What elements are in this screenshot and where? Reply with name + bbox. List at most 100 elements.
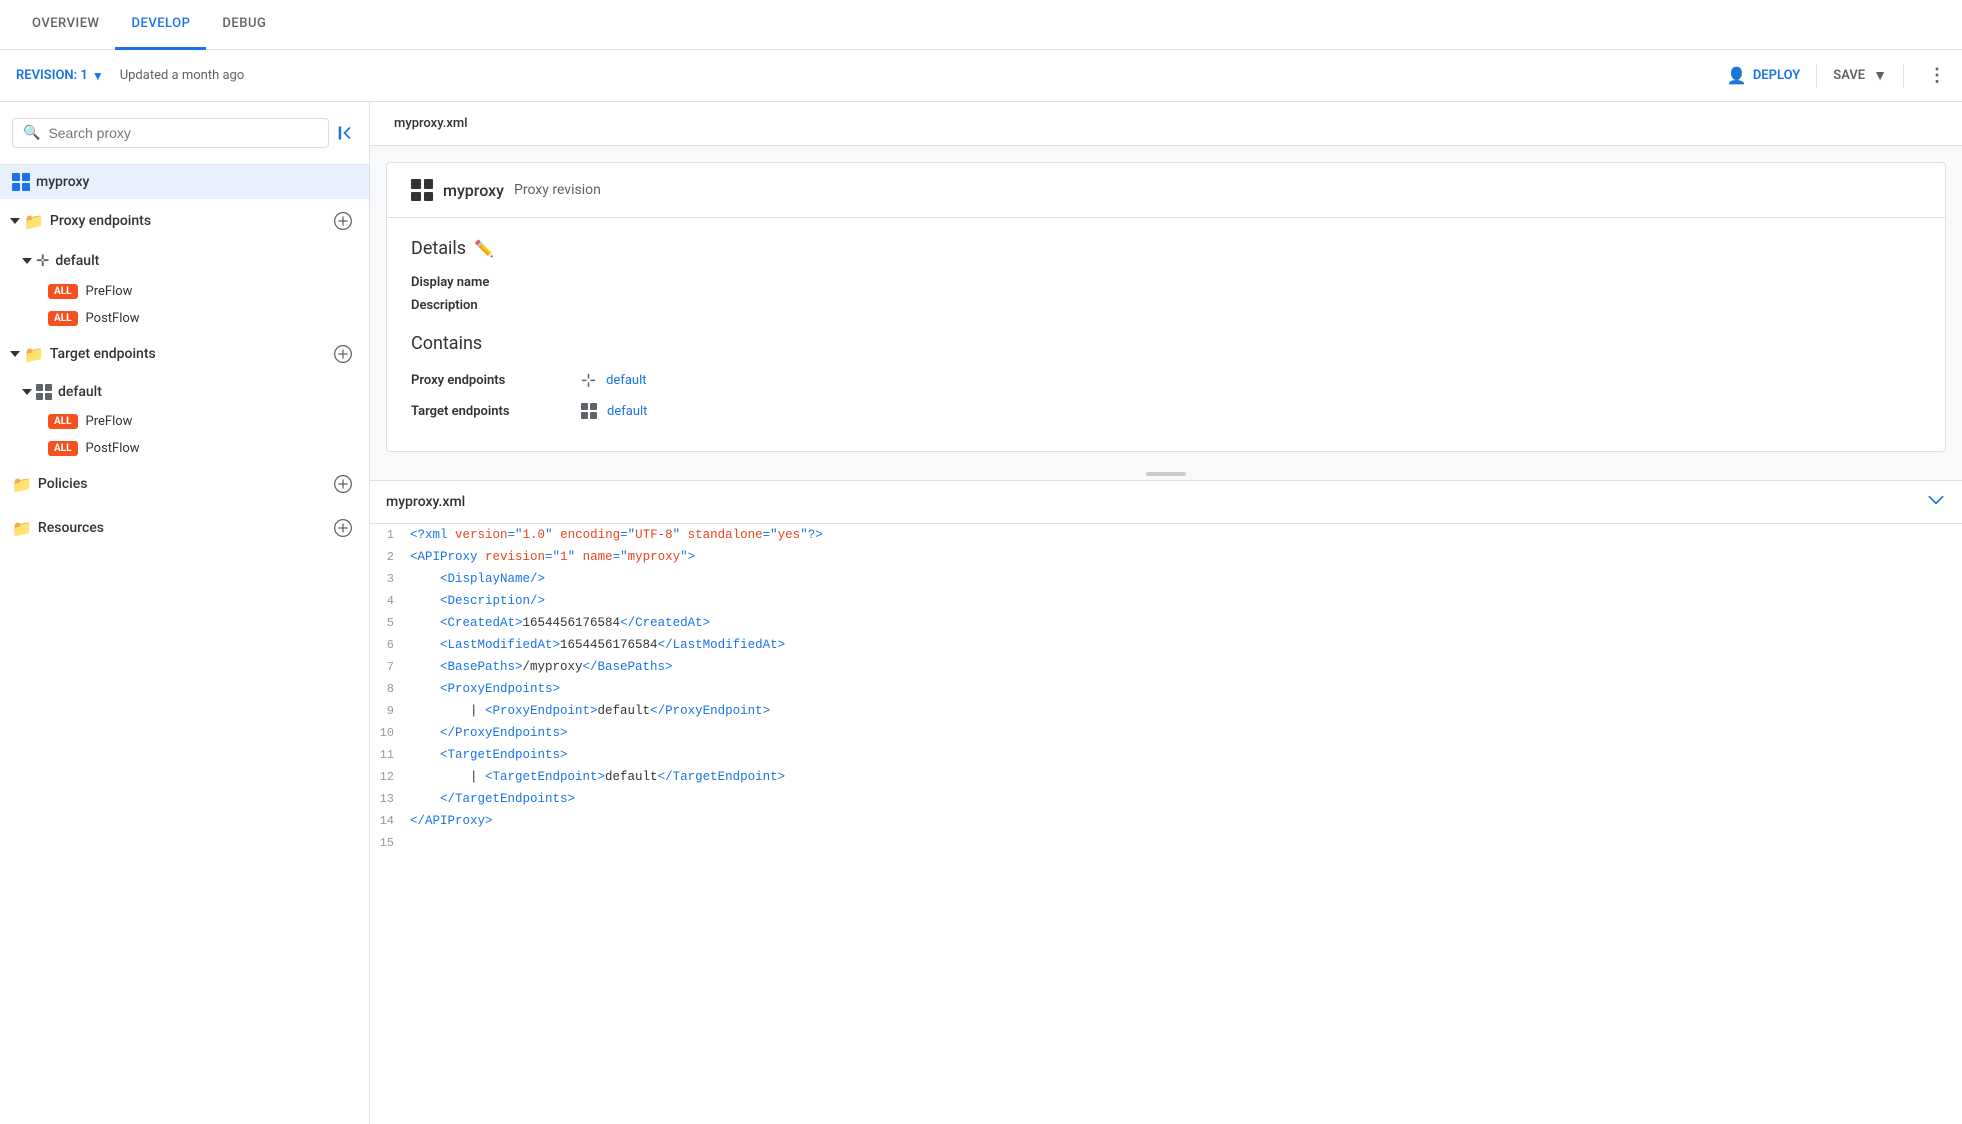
grid-icon-2 <box>581 403 597 419</box>
all-badge: ALL <box>48 284 78 299</box>
move-icon: ⊹ <box>581 370 596 391</box>
description-label: Description <box>411 298 571 313</box>
xml-line-15: 15 <box>370 832 1962 854</box>
folder-icon: 📁 <box>24 212 44 231</box>
preflow-label: PreFlow <box>86 284 133 299</box>
line-content-3: <DisplayName/> <box>410 568 1962 590</box>
line-content-1: <?xml version="1.0" encoding="UTF-8" sta… <box>410 524 1962 546</box>
line-content-9: | <ProxyEndpoint>default</ProxyEndpoint> <box>410 700 1962 722</box>
xml-line-14: 14 </APIProxy> <box>370 810 1962 832</box>
proxy-subtitle: Proxy revision <box>514 182 601 198</box>
policies-label: Policies <box>38 476 323 492</box>
details-card: myproxy Proxy revision Details ✏️ Displa… <box>386 162 1946 452</box>
target-preflow-label: PreFlow <box>86 414 133 429</box>
all-badge-2: ALL <box>48 311 78 326</box>
tab-overview[interactable]: OVERVIEW <box>16 0 115 50</box>
proxy-preflow-item[interactable]: ALL PreFlow <box>0 278 369 305</box>
xml-line-6: 6 <LastModifiedAt>1654456176584</LastMod… <box>370 634 1962 656</box>
revision-actions: 👤 DEPLOY SAVE ▼ ⋮ <box>1727 64 1946 88</box>
collapse-sidebar-button[interactable] <box>337 123 357 143</box>
target-endpoint-default[interactable]: default <box>0 376 369 408</box>
search-bar: 🔍 <box>0 102 369 165</box>
line-num-14: 14 <box>370 810 410 832</box>
chevron-icon <box>22 258 32 264</box>
proxy-header: myproxy Proxy revision <box>387 163 1945 218</box>
chevron-icon-2 <box>22 389 32 395</box>
line-content-12: | <TargetEndpoint>default</TargetEndpoin… <box>410 766 1962 788</box>
tab-develop[interactable]: DEVELOP <box>115 0 206 50</box>
xml-line-4: 4 <Description/> <box>370 590 1962 612</box>
add-policy-button[interactable] <box>329 470 357 498</box>
crosshair-icon: ✛ <box>36 251 49 270</box>
line-num-4: 4 <box>370 590 410 612</box>
deploy-button[interactable]: 👤 DEPLOY <box>1727 66 1800 85</box>
divider <box>1816 64 1817 88</box>
target-endpoints-label: Target endpoints <box>50 346 323 362</box>
proxy-endpoints-link[interactable]: default <box>606 373 646 388</box>
xml-editor-bar: myproxy.xml <box>370 480 1962 524</box>
xml-line-9: 9 | <ProxyEndpoint>default</ProxyEndpoin… <box>370 700 1962 722</box>
proxy-name: myproxy <box>443 181 504 200</box>
xml-line-3: 3 <DisplayName/> <box>370 568 1962 590</box>
line-num-6: 6 <box>370 634 410 656</box>
line-content-7: <BasePaths>/myproxy</BasePaths> <box>410 656 1962 678</box>
resources-section: 📁 Resources <box>0 506 369 550</box>
target-endpoints-section: 📁 Target endpoints <box>0 332 369 376</box>
search-icon: 🔍 <box>23 125 40 141</box>
folder-icon-4: 📁 <box>12 519 32 538</box>
more-options-button[interactable]: ⋮ <box>1928 65 1946 86</box>
chevron-down-icon-2 <box>10 351 20 357</box>
postflow-label: PostFlow <box>86 311 140 326</box>
folder-icon-2: 📁 <box>24 345 44 364</box>
myproxy-label: myproxy <box>36 174 357 190</box>
line-content-4: <Description/> <box>410 590 1962 612</box>
target-endpoints-contains-label: Target endpoints <box>411 404 571 419</box>
add-target-endpoint-button[interactable] <box>329 340 357 368</box>
target-postflow-item[interactable]: ALL PostFlow <box>0 435 369 462</box>
add-proxy-endpoint-button[interactable] <box>329 207 357 235</box>
proxy-postflow-item[interactable]: ALL PostFlow <box>0 305 369 332</box>
target-endpoints-link[interactable]: default <box>607 404 647 419</box>
proxy-endpoint-default[interactable]: ✛ default <box>0 243 369 278</box>
xml-line-10: 10 </ProxyEndpoints> <box>370 722 1962 744</box>
revision-selector[interactable]: REVISION: 1 ▼ <box>16 68 104 83</box>
xml-collapse-button[interactable] <box>1926 490 1946 514</box>
xml-line-5: 5 <CreatedAt>1654456176584</CreatedAt> <box>370 612 1962 634</box>
xml-editor[interactable]: 1 <?xml version="1.0" encoding="UTF-8" s… <box>370 524 1962 1124</box>
chevron-down-icon <box>10 218 20 224</box>
person-icon: 👤 <box>1727 66 1747 85</box>
details-title: Details ✏️ <box>411 238 1921 259</box>
xml-line-12: 12 | <TargetEndpoint>default</TargetEndp… <box>370 766 1962 788</box>
proxy-endpoints-row: Proxy endpoints ⊹ default <box>411 370 1921 391</box>
line-num-3: 3 <box>370 568 410 590</box>
search-input-wrapper[interactable]: 🔍 <box>12 118 329 148</box>
xml-line-2: 2 <APIProxy revision="1" name="myproxy"> <box>370 546 1962 568</box>
display-name-row: Display name <box>411 275 1921 290</box>
target-endpoints-row: Target endpoints default <box>411 403 1921 419</box>
search-input[interactable] <box>48 125 318 141</box>
revision-label: REVISION: 1 <box>16 68 88 83</box>
file-tab-bar: myproxy.xml <box>370 102 1962 146</box>
proxy-endpoint-default-label: default <box>55 253 357 269</box>
chevron-down-icon-save[interactable]: ▼ <box>1873 67 1887 84</box>
revision-updated: Updated a month ago <box>120 68 245 83</box>
edit-icon[interactable]: ✏️ <box>474 239 494 258</box>
all-badge-4: ALL <box>48 441 78 456</box>
all-badge-3: ALL <box>48 414 78 429</box>
add-resource-button[interactable] <box>329 514 357 542</box>
xml-line-1: 1 <?xml version="1.0" encoding="UTF-8" s… <box>370 524 1962 546</box>
contains-title: Contains <box>411 333 1921 354</box>
target-preflow-item[interactable]: ALL PreFlow <box>0 408 369 435</box>
line-content-13: </TargetEndpoints> <box>410 788 1962 810</box>
divider2 <box>1903 64 1904 88</box>
proxy-header-icon <box>411 179 433 201</box>
save-button[interactable]: SAVE <box>1833 68 1865 83</box>
sidebar-item-myproxy[interactable]: myproxy <box>0 165 369 199</box>
file-tab[interactable]: myproxy.xml <box>386 116 476 131</box>
content-area: myproxy.xml myproxy Proxy revision Detai… <box>370 102 1962 1124</box>
xml-line-7: 7 <BasePaths>/myproxy</BasePaths> <box>370 656 1962 678</box>
top-nav: OVERVIEW DEVELOP DEBUG <box>0 0 1962 50</box>
tab-debug[interactable]: DEBUG <box>206 0 282 50</box>
line-num-15: 15 <box>370 832 410 854</box>
chevron-down-icon: ▼ <box>92 69 104 83</box>
